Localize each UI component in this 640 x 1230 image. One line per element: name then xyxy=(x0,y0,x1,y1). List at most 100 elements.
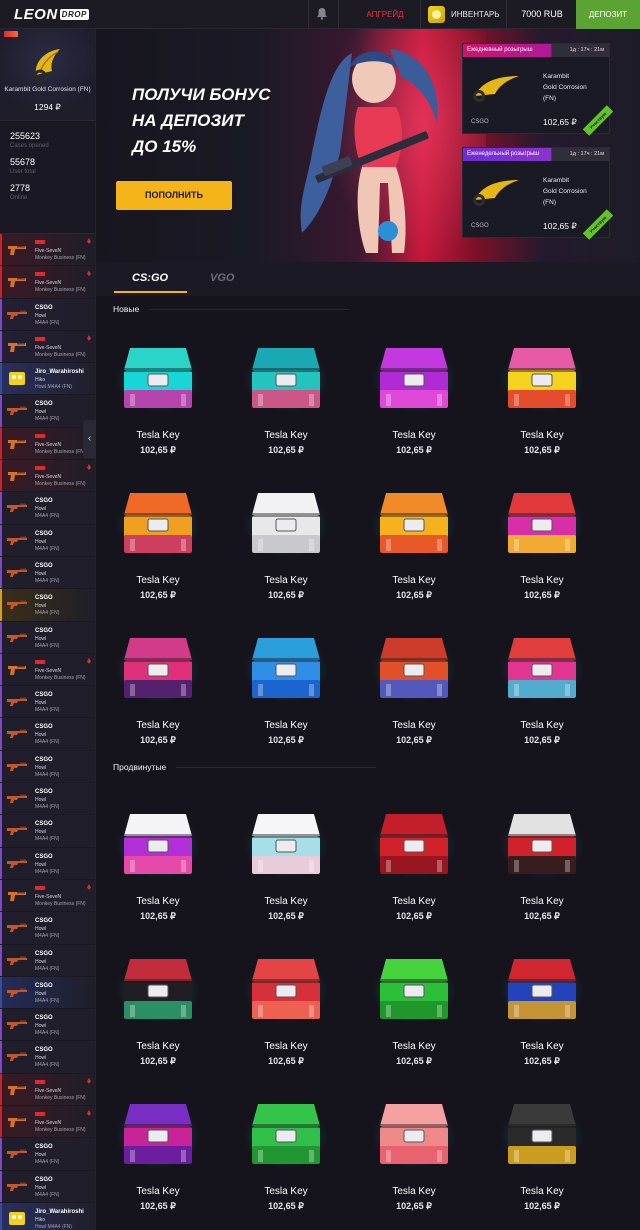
case-card[interactable]: Tesla Key 102,65 ₽ xyxy=(492,620,592,751)
case-card[interactable]: Tesla Key 102,65 ₽ xyxy=(108,1086,208,1217)
drop-source: CSGO xyxy=(35,562,53,569)
drop-item[interactable]: CSGO Howl M4A4 (FN) xyxy=(0,395,95,428)
stat-online: 2778 Online xyxy=(10,183,95,202)
drop-item[interactable]: CSGO Howl M4A4 (FN) xyxy=(0,815,95,848)
featured-drop[interactable]: Karambit Gold Corrosion (FN) 1294 ₽ xyxy=(0,29,95,121)
banner-character-illustration xyxy=(300,49,438,253)
participate-ribbon[interactable]: Участвую xyxy=(582,105,614,136)
drop-item[interactable]: CSGO Howl M4A4 (FN) xyxy=(0,1009,95,1042)
headline-line: ДО 15% xyxy=(132,137,197,156)
case-image xyxy=(116,1104,200,1168)
deposit-button[interactable]: ДЕПОЗИТ xyxy=(576,0,640,29)
knife-icon xyxy=(33,49,60,83)
drop-item[interactable]: Five-SeveN Monkey Business (FN) xyxy=(0,234,95,267)
drop-item[interactable]: CSGO Howl M4A4 (FN) xyxy=(0,718,95,751)
case-card[interactable]: Tesla Key 102,65 ₽ xyxy=(364,941,464,1072)
drop-item[interactable]: CSGO Howl M4A4 (FN) xyxy=(0,1041,95,1074)
drop-weapon: Five-SeveN xyxy=(35,1087,62,1094)
drop-item[interactable]: Five-SeveN Monkey Business (FN) xyxy=(0,330,95,364)
drop-item[interactable]: Five-SeveN Monkey Business (FN) xyxy=(0,1106,95,1139)
drop-item[interactable]: CSGO Howl M4A4 (FN) xyxy=(0,686,95,719)
case-card[interactable]: Tesla Key 102,65 ₽ xyxy=(492,475,592,606)
case-card[interactable]: Tesla Key 102,65 ₽ xyxy=(364,620,464,751)
case-card[interactable]: Tesla Key 102,65 ₽ xyxy=(236,796,336,927)
case-price: 102,65 ₽ xyxy=(140,911,176,921)
case-price: 102,65 ₽ xyxy=(524,1056,560,1066)
weapon-icon xyxy=(7,956,27,965)
weapon-icon xyxy=(7,406,27,416)
drop-source: CSGO xyxy=(35,595,53,602)
drop-item[interactable]: CSGO Howl M4A4 (FN) xyxy=(0,524,95,557)
drop-item[interactable]: CSGO Howl M4A4 (FN) xyxy=(0,1170,95,1203)
drop-source: CSGO xyxy=(35,1015,53,1022)
weekly-raffle-card[interactable]: Еженедельный розыгрыш 1д : 17ч : 21м Kar… xyxy=(462,147,614,240)
site-logo[interactable]: LEON DROP xyxy=(14,6,89,23)
case-card[interactable]: Tesla Key 102,65 ₽ xyxy=(492,941,592,1072)
case-card[interactable]: Tesla Key 102,65 ₽ xyxy=(108,941,208,1072)
drop-weapon: Five-SeveN xyxy=(35,280,62,287)
drop-item[interactable]: CSGO Howl M4A4 (FN) xyxy=(0,621,95,654)
case-price: 102,65 ₽ xyxy=(268,735,304,745)
drop-item[interactable]: CSGO Howl M4A4 (FN) xyxy=(0,912,95,945)
weapon-icon xyxy=(7,729,27,739)
divider xyxy=(420,0,421,29)
case-card[interactable]: Tesla Key 102,65 ₽ xyxy=(364,330,464,461)
tab-csgo[interactable]: CS:GO xyxy=(132,272,168,284)
drop-item[interactable]: CSGO Howl M4A4 (FN) xyxy=(0,750,95,784)
case-card[interactable]: Tesla Key 102,65 ₽ xyxy=(108,330,208,461)
case-card[interactable]: Tesla Key 102,65 ₽ xyxy=(108,620,208,751)
rarity-stripe xyxy=(0,1138,2,1170)
inventory-link[interactable]: ИНВЕНТАРЬ xyxy=(428,0,500,29)
drop-item[interactable]: CSGO Howl M4A4 (FN) xyxy=(0,944,95,977)
drop-item[interactable]: CSGO Howl M4A4 (FN) xyxy=(0,589,95,622)
case-card[interactable]: Tesla Key 102,65 ₽ xyxy=(492,796,592,927)
flame-icon xyxy=(87,238,91,244)
csgo-badge-icon xyxy=(35,885,45,890)
case-card[interactable]: Tesla Key 102,65 ₽ xyxy=(492,330,592,461)
drop-item[interactable]: CSGO Howl M4A4 (FN) xyxy=(0,847,95,880)
divider xyxy=(506,0,507,29)
daily-raffle-card[interactable]: Ежедневный розыгрыш 1д : 17ч : 21м Karam… xyxy=(462,43,614,136)
drop-item[interactable]: CSGO Howl M4A4 (FN) xyxy=(0,976,95,1010)
promo-banner: ПОЛУЧИ БОНУС НА ДЕПОЗИТ ДО 15% ПОПОЛНИТЬ… xyxy=(96,29,640,262)
case-price: 102,65 ₽ xyxy=(396,1201,432,1211)
case-card[interactable]: Tesla Key 102,65 ₽ xyxy=(364,1086,464,1217)
bell-icon[interactable] xyxy=(314,7,330,23)
case-card[interactable]: Tesla Key 102,65 ₽ xyxy=(364,796,464,927)
drop-item[interactable]: CSGO Howl M4A4 (FN) xyxy=(0,298,95,331)
drop-item[interactable]: CSGO Howl M4A4 (FN) xyxy=(0,783,95,816)
tab-vgo[interactable]: VGO xyxy=(210,272,234,284)
drop-weapon: Howl xyxy=(35,1184,47,1191)
case-card[interactable]: Tesla Key 102,65 ₽ xyxy=(236,1086,336,1217)
case-card[interactable]: Tesla Key 102,65 ₽ xyxy=(492,1086,592,1217)
case-card[interactable]: Tesla Key 102,65 ₽ xyxy=(236,475,336,606)
weapon-icon xyxy=(7,826,27,836)
drop-skin: M4A4 (FN) xyxy=(35,804,60,811)
rarity-stripe xyxy=(0,1041,2,1073)
drop-item[interactable]: CSGO Howl M4A4 (FN) xyxy=(0,1138,95,1171)
drop-item[interactable]: Jiro_Warahiroshi Hiko Howl M4A4 (FN) xyxy=(0,1202,95,1230)
case-card[interactable]: Tesla Key 102,65 ₽ xyxy=(236,330,336,461)
drop-item[interactable]: CSGO Howl M4A4 (FN) xyxy=(0,556,95,590)
drop-item[interactable]: Five-SeveN Monkey Business (FN) xyxy=(0,653,95,687)
drop-item[interactable]: Five-SeveN Monkey Business (FN) xyxy=(0,427,95,461)
drop-item[interactable]: CSGO Howl M4A4 (FN) xyxy=(0,492,95,525)
weapon-icon xyxy=(7,1182,27,1191)
rarity-stripe xyxy=(0,492,2,524)
drop-item[interactable]: Five-SeveN Monkey Business (FN) xyxy=(0,266,95,299)
case-image xyxy=(372,814,456,878)
case-card[interactable]: Tesla Key 102,65 ₽ xyxy=(236,941,336,1072)
case-card[interactable]: Tesla Key 102,65 ₽ xyxy=(236,620,336,751)
drop-item[interactable]: Five-SeveN Monkey Business (FN) xyxy=(0,879,95,913)
raffle-game: CSGO xyxy=(471,119,489,125)
sidebar-collapse-button[interactable]: ‹ xyxy=(83,420,96,458)
drop-item[interactable]: Jiro_Warahiroshi Hiko Howl M4A4 (FN) xyxy=(0,363,95,396)
drop-item[interactable]: Five-SeveN Monkey Business (FN) xyxy=(0,1073,95,1107)
case-card[interactable]: Tesla Key 102,65 ₽ xyxy=(108,475,208,606)
topup-button[interactable]: ПОПОЛНИТЬ xyxy=(116,181,232,210)
case-card[interactable]: Tesla Key 102,65 ₽ xyxy=(108,796,208,927)
participate-ribbon[interactable]: Участвую xyxy=(582,209,614,240)
drop-item[interactable]: Five-SeveN Monkey Business (FN) xyxy=(0,460,95,493)
case-card[interactable]: Tesla Key 102,65 ₽ xyxy=(364,475,464,606)
upgrade-link[interactable]: АПГРЕЙД xyxy=(352,0,418,29)
